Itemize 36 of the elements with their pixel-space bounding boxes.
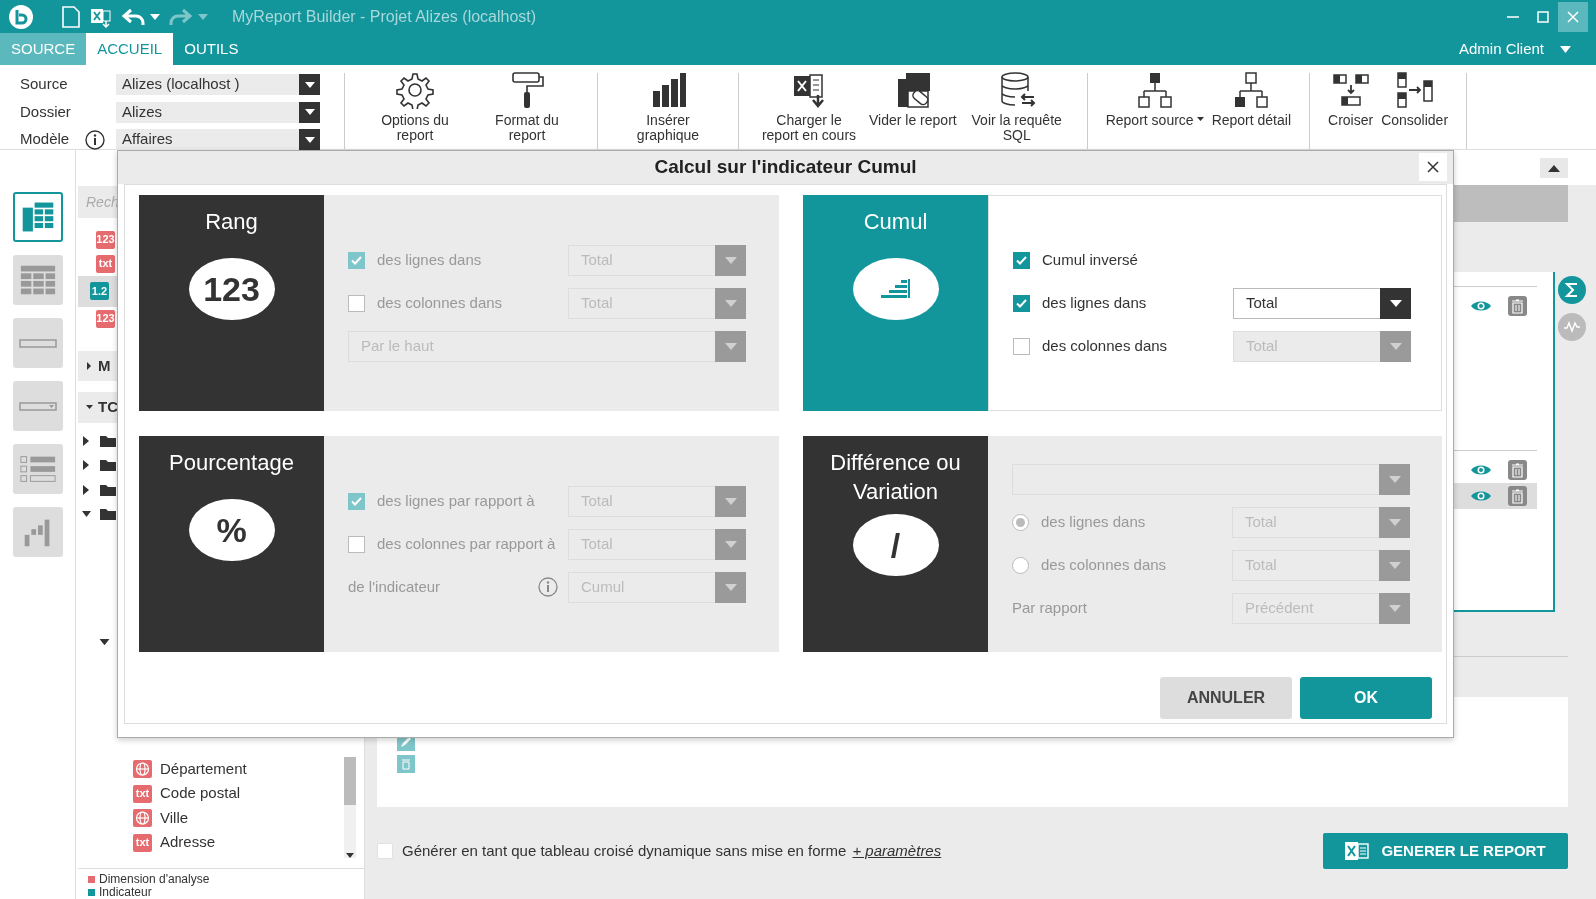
symbol-badge: %: [188, 499, 275, 561]
card-title: Cumul: [862, 208, 929, 236]
field-label: Source: [20, 74, 68, 95]
option-label: de l'indicateur: [348, 576, 441, 597]
option-label: des colonnes par rapport à: [377, 533, 556, 554]
field-name: Adresse: [160, 832, 216, 853]
option-label: des colonnes dans: [377, 292, 503, 313]
pivot-label: Générer en tant que tableau croisé dynamique sans mise en forme: [402, 840, 847, 861]
field-label: Modèle: [20, 129, 70, 150]
text-type-badge: txt: [133, 833, 152, 852]
option-label: des lignes dans: [1041, 512, 1146, 533]
legend-label: Dimension d'analyse: [99, 873, 210, 886]
option-label: des lignes par rapport à: [377, 490, 535, 511]
card-title: Rang: [204, 208, 259, 236]
legend-label: Indicateur: [99, 886, 152, 899]
type-badge: txt: [96, 254, 115, 273]
card-title: Pourcentage: [168, 449, 295, 477]
dialog-title: Calcul sur l'indicateur Cumul: [654, 155, 917, 180]
field-label: Dossier: [20, 101, 71, 122]
text-type-badge: txt: [133, 784, 152, 803]
type-badge: 123: [96, 230, 115, 249]
option-label: Cumul inversé: [1042, 249, 1138, 270]
type-badge: 123: [96, 309, 115, 328]
symbol-badge: /: [852, 514, 939, 576]
option-label: Par rapport: [1012, 598, 1088, 619]
option-label: des colonnes dans: [1042, 335, 1168, 356]
symbol-badge: 123: [188, 258, 275, 320]
option-label: des colonnes dans: [1041, 555, 1167, 576]
option-label: des lignes dans: [1042, 292, 1147, 313]
field-name: Code postal: [160, 783, 241, 804]
option-label: des lignes dans: [377, 249, 482, 270]
card-title: Différence ou Variation: [829, 449, 962, 506]
field-name: Ville: [160, 808, 189, 828]
field-name: Département: [160, 759, 247, 779]
type-badge: 1.2: [90, 282, 109, 301]
window-title: MyReport Builder - Projet Alizes (localhost): [232, 6, 538, 27]
